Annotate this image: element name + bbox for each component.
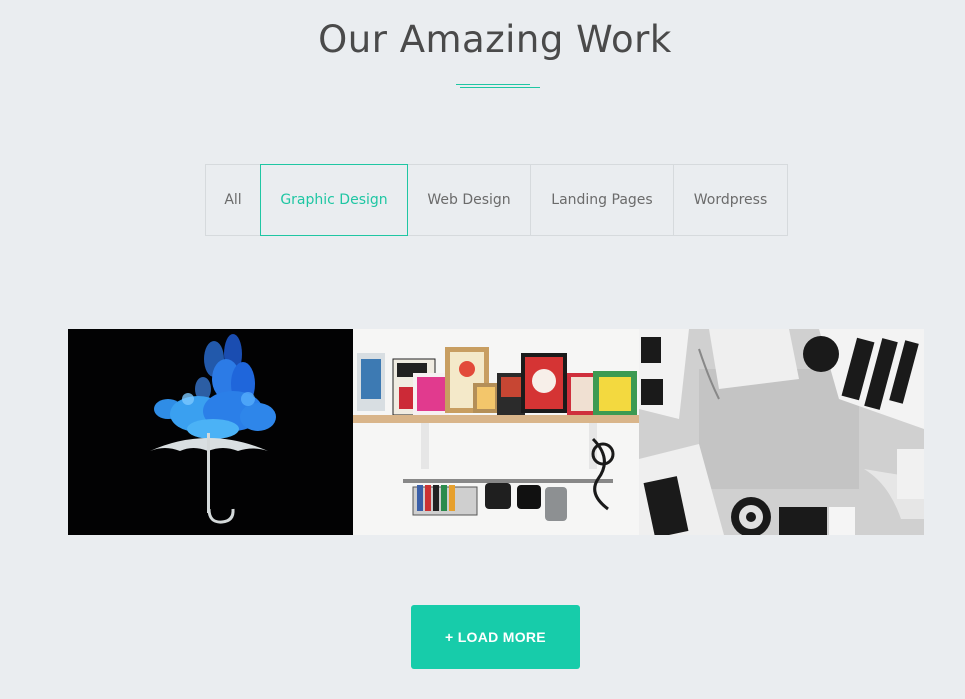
gallery-item-shelf[interactable]	[353, 329, 639, 535]
shelf-image	[353, 329, 639, 535]
umbrella-image	[68, 329, 353, 535]
title-divider	[456, 84, 530, 85]
portfolio-gallery	[68, 329, 924, 535]
filter-tab-wordpress[interactable]: Wordpress	[673, 164, 788, 236]
section-title: Our Amazing Work	[318, 18, 672, 61]
load-more-button[interactable]: + LOAD MORE	[411, 605, 580, 669]
filter-tab-web-design[interactable]: Web Design	[407, 164, 531, 236]
gallery-item-desk[interactable]	[639, 329, 924, 535]
filter-tab-all[interactable]: All	[205, 164, 261, 236]
desk-image	[639, 329, 924, 535]
filter-tab-graphic-design[interactable]: Graphic Design	[260, 164, 408, 236]
filter-tabs: All Graphic Design Web Design Landing Pa…	[205, 164, 788, 236]
filter-tab-landing-pages[interactable]: Landing Pages	[530, 164, 674, 236]
gallery-item-umbrella[interactable]	[68, 329, 353, 535]
portfolio-section: Our Amazing Work All Graphic Design Web …	[0, 0, 965, 699]
title-divider-accent	[460, 87, 540, 88]
